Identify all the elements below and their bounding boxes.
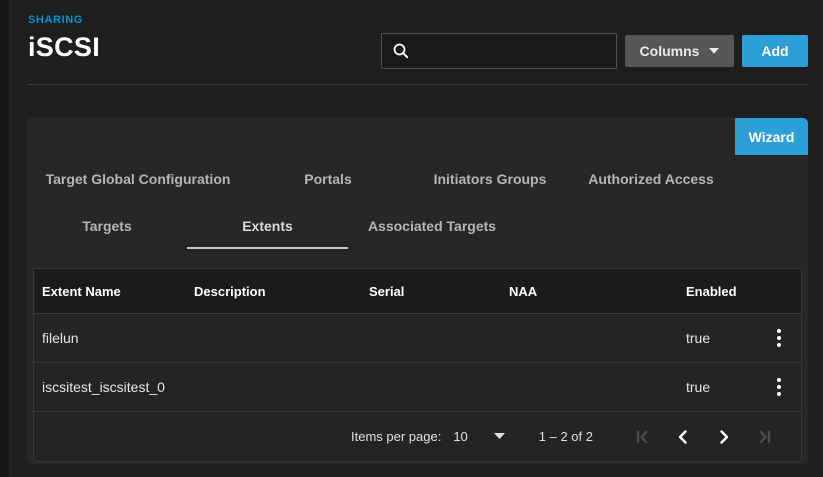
columns-button-label: Columns [640,43,700,59]
search-icon [392,42,410,60]
items-per-page-label: Items per page: [351,429,441,444]
first-page-icon[interactable] [621,417,662,457]
table-row: iscsitest_iscsitest_0 true [34,363,801,412]
search-input[interactable] [418,43,606,59]
tab-authorized-access[interactable]: Authorized Access [573,155,729,203]
page-size-value: 10 [453,429,467,444]
page-range-label: 1 – 2 of 2 [539,429,593,444]
page-title: iSCSI [28,32,100,63]
extents-table: Extent Name Description Serial NAA Enabl… [33,268,802,462]
row-actions-kebab-icon[interactable] [768,373,790,401]
tab-associated-targets[interactable]: Associated Targets [348,203,516,249]
column-header-description: Description [186,284,361,299]
wizard-button[interactable]: Wizard [735,118,808,155]
tab-bar: Target Global Configuration Portals Init… [27,118,808,249]
cell-extent-name: filelun [34,330,186,346]
row-actions-kebab-icon[interactable] [768,324,790,352]
columns-button[interactable]: Columns [625,35,734,67]
cell-enabled: true [678,330,757,346]
page-size-select[interactable]: 10 [453,429,504,444]
breadcrumb: SHARING [28,14,100,26]
search-box[interactable] [381,33,617,69]
chevron-down-icon [494,433,505,440]
tab-targets[interactable]: Targets [27,203,187,249]
header-controls: Columns Add [381,33,808,69]
paginator: Items per page: 10 1 – 2 of 2 [34,412,801,461]
tab-initiators-groups[interactable]: Initiators Groups [407,155,573,203]
tab-target-global-configuration[interactable]: Target Global Configuration [27,155,249,203]
cell-extent-name: iscsitest_iscsitest_0 [34,379,186,395]
tab-extents[interactable]: Extents [187,203,348,249]
add-button[interactable]: Add [742,35,808,67]
header-divider [28,84,807,85]
chevron-down-icon [709,48,719,54]
column-header-extent-name: Extent Name [34,284,186,299]
column-header-naa: NAA [501,284,678,299]
previous-page-icon[interactable] [662,417,703,457]
table-row: filelun true [34,314,801,363]
tab-row-2: Targets Extents Associated Targets [27,203,808,249]
tab-portals[interactable]: Portals [249,155,407,203]
last-page-icon[interactable] [744,417,785,457]
column-header-enabled: Enabled [678,284,757,299]
cell-enabled: true [678,379,757,395]
collapsed-sidebar-strip [0,0,10,477]
next-page-icon[interactable] [703,417,744,457]
tab-row-1: Target Global Configuration Portals Init… [27,155,808,203]
column-header-serial: Serial [361,284,501,299]
page-header: SHARING iSCSI [28,14,100,63]
table-header-row: Extent Name Description Serial NAA Enabl… [34,269,801,314]
iscsi-card: Wizard Target Global Configuration Porta… [27,118,808,464]
